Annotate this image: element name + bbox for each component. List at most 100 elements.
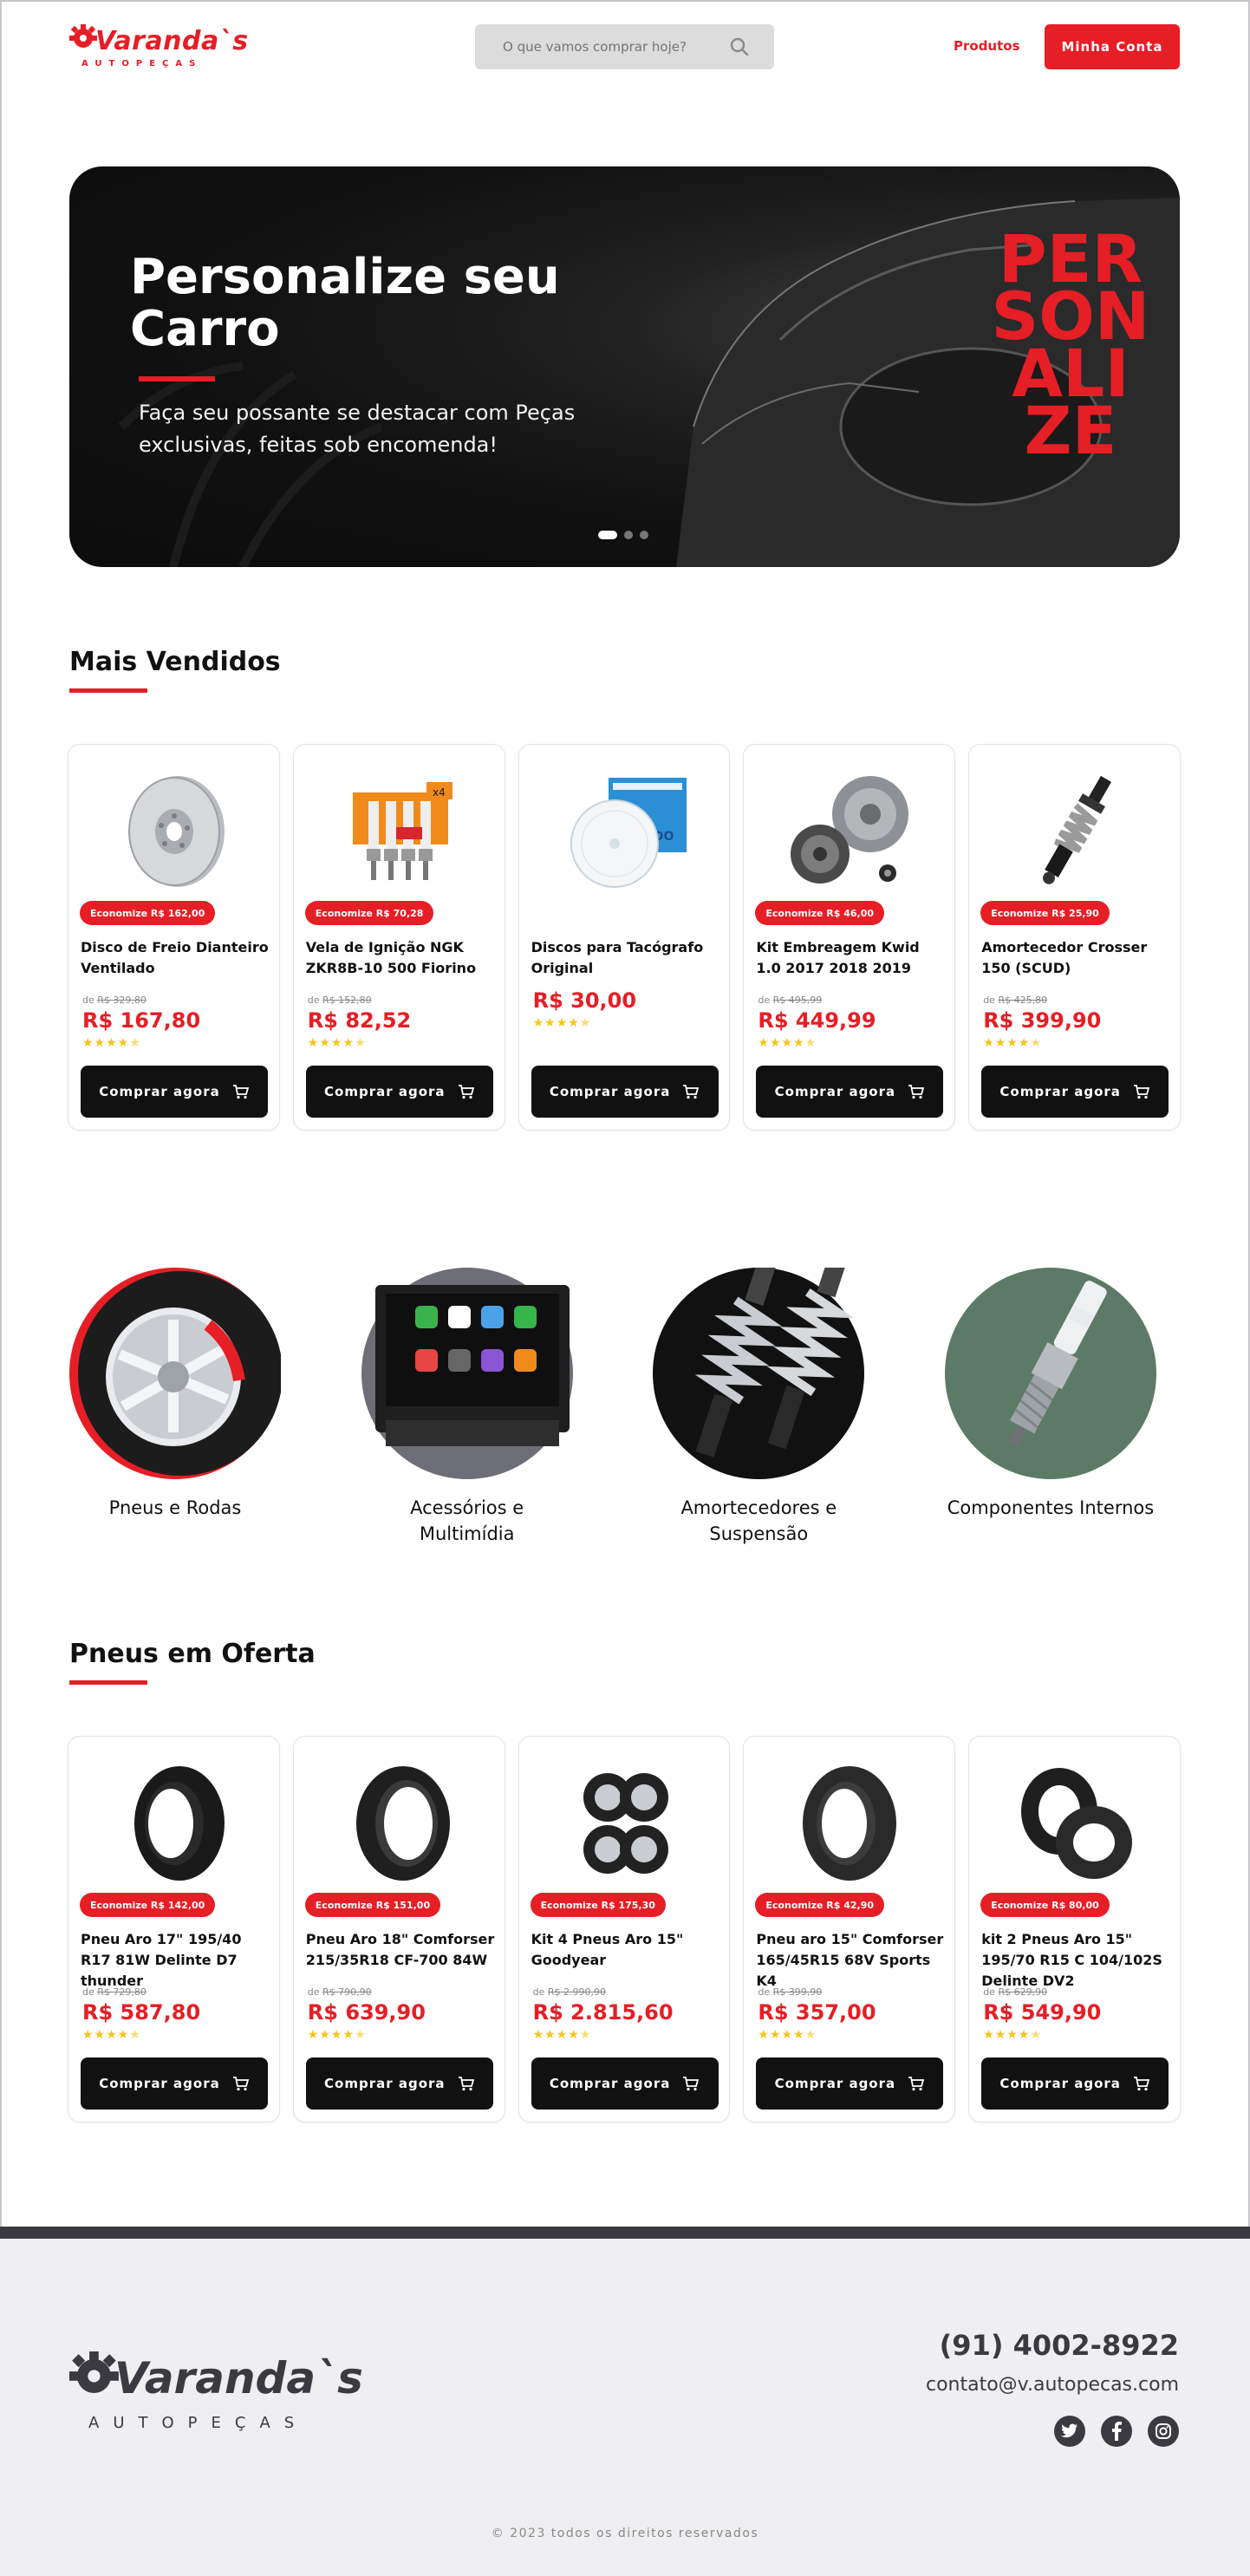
- category-image[interactable]: [361, 1268, 573, 1479]
- product-image[interactable]: [744, 1754, 957, 1893]
- product-card[interactable]: VDO Discos para Tacógrafo Original R$ 30…: [518, 744, 731, 1131]
- multimedia-icon: [374, 1285, 570, 1446]
- category-pneus-e-rodas[interactable]: Pneus e Rodas: [69, 1245, 295, 1557]
- buy-button[interactable]: Comprar agora: [305, 1066, 493, 1118]
- product-image[interactable]: VDO: [519, 762, 732, 901]
- category-image[interactable]: [944, 1268, 1156, 1479]
- product-image[interactable]: [294, 1754, 507, 1893]
- tires-offer-title: Pneus em Oferta: [69, 1639, 316, 1669]
- product-price: R$ 549,90: [983, 2000, 1102, 2025]
- product-image[interactable]: [744, 762, 957, 901]
- product-name[interactable]: Kit 4 Pneus Aro 15" Goodyear: [531, 1929, 724, 1971]
- footer-logo-subtitle: AUTOPEÇAS: [88, 2414, 309, 2432]
- facebook-icon[interactable]: [1101, 2416, 1132, 2447]
- old-price-value: R$ 790,90: [322, 1986, 372, 1998]
- tire-pair-icon: [1021, 1768, 1133, 1879]
- old-price: de R$ 2.990,90: [532, 1986, 606, 1998]
- product-card[interactable]: Economize R$ 175,30 Kit 4 Pneus Aro 15" …: [518, 1736, 731, 2123]
- footer-logo[interactable]: Varanda`s AUTOPEÇAS: [69, 2351, 381, 2438]
- old-price: de R$ 729,80: [82, 1986, 146, 1998]
- product-card[interactable]: Economize R$ 80,00 kit 2 Pneus Aro 15" 1…: [968, 1736, 1181, 2123]
- logo-subtitle: AUTOPEÇAS: [81, 59, 203, 68]
- product-image[interactable]: [68, 762, 282, 901]
- twitter-icon[interactable]: [1054, 2416, 1085, 2447]
- search-input[interactable]: [475, 24, 718, 69]
- product-price: R$ 30,00: [532, 988, 637, 1013]
- category-image[interactable]: [653, 1253, 865, 1479]
- instagram-icon[interactable]: [1148, 2416, 1179, 2447]
- product-image[interactable]: [68, 1754, 282, 1893]
- old-price: de R$ 399,90: [758, 1986, 823, 1998]
- category-label[interactable]: Pneus e Rodas: [69, 1495, 281, 1521]
- carousel-dot-3[interactable]: [640, 531, 648, 539]
- buy-button[interactable]: Comprar agora: [981, 2058, 1169, 2110]
- product-name[interactable]: Amortecedor Crosser 150 (SCUD): [981, 937, 1174, 979]
- product-card[interactable]: Economize R$ 46,00 Kit Embreagem Kwid 1.…: [743, 744, 957, 1131]
- carousel-dot-1[interactable]: [598, 531, 617, 539]
- product-price: R$ 639,90: [307, 2000, 426, 2025]
- buy-button[interactable]: Comprar agora: [981, 1066, 1169, 1118]
- spark-plug-icon: [1008, 1281, 1107, 1447]
- product-image[interactable]: [969, 762, 1182, 901]
- product-card[interactable]: x4 Economize R$ 70,28 Vela de Ignição NG…: [292, 744, 507, 1131]
- rating-stars: ★★★★★: [758, 1036, 817, 1050]
- suspension-icon: [695, 1253, 855, 1458]
- product-image[interactable]: [519, 1754, 732, 1893]
- nav-produtos-link[interactable]: Produtos: [954, 38, 1020, 54]
- product-name[interactable]: Vela de Ignição NGK ZKR8B-10 500 Fiorino: [306, 937, 498, 979]
- header: Varanda`s AUTOPEÇAS Produtos Minha Conta: [0, 0, 1250, 94]
- buy-button[interactable]: Comprar agora: [531, 2058, 719, 2110]
- footer-email[interactable]: contato@v.autopecas.com: [926, 2374, 1179, 2396]
- category-acessorios[interactable]: Acessórios e Multimídia: [361, 1245, 587, 1557]
- footer-phone[interactable]: (91) 4002-8922: [940, 2329, 1179, 2362]
- tire-icon: [803, 1766, 897, 1881]
- buy-button[interactable]: Comprar agora: [756, 2058, 944, 2110]
- product-card[interactable]: Economize R$ 162,00 Disco de Freio Diant…: [68, 744, 280, 1131]
- category-label[interactable]: Amortecedores e Suspensão: [653, 1495, 864, 1547]
- tire-icon: [355, 1766, 450, 1881]
- product-name[interactable]: Disco de Freio Dianteiro Ventilado: [81, 937, 273, 979]
- rating-stars: ★★★★★: [307, 2028, 367, 2042]
- buy-button[interactable]: Comprar agora: [81, 2058, 268, 2110]
- search-icon[interactable]: [729, 36, 750, 57]
- product-name[interactable]: Pneu Aro 18" Comforser 215/35R18 CF-700 …: [306, 1929, 498, 1971]
- carousel-dot-2[interactable]: [624, 531, 633, 539]
- old-price-value: R$ 399,90: [772, 1986, 823, 1998]
- category-label[interactable]: Acessórios e Multimídia: [361, 1495, 573, 1547]
- product-name[interactable]: Pneu Aro 17" 195/40 R17 81W Delinte D7 t…: [81, 1929, 273, 1992]
- old-price-value: R$ 425,80: [998, 995, 1048, 1006]
- hero-banner[interactable]: Personalize seu Carro Faça seu possante …: [69, 166, 1180, 567]
- old-price: de R$ 790,90: [307, 1986, 372, 1998]
- rating-stars: ★★★★★: [82, 1036, 141, 1050]
- buy-button[interactable]: Comprar agora: [531, 1066, 719, 1118]
- product-name[interactable]: kit 2 Pneus Aro 15" 195/70 R15 C 104/102…: [981, 1929, 1174, 1992]
- logo[interactable]: Varanda`s AUTOPEÇAS: [69, 24, 248, 71]
- product-card[interactable]: Economize R$ 151,00 Pneu Aro 18" Comfors…: [292, 1736, 507, 2123]
- product-price: R$ 399,90: [983, 1008, 1102, 1033]
- buy-button[interactable]: Comprar agora: [756, 1066, 944, 1118]
- product-name[interactable]: Discos para Tacógrafo Original: [531, 937, 724, 979]
- category-label[interactable]: Componentes Internos: [945, 1495, 1156, 1521]
- category-image[interactable]: [69, 1268, 283, 1479]
- minha-conta-button[interactable]: Minha Conta: [1045, 24, 1180, 69]
- cart-icon: [1133, 2077, 1150, 2091]
- cart-icon: [683, 1085, 700, 1099]
- cart-icon: [232, 1085, 249, 1099]
- best-sellers-title: Mais Vendidos: [69, 647, 281, 677]
- product-name[interactable]: Pneu aro 15" Comforser 165/45R15 68V Spo…: [756, 1929, 948, 1992]
- product-card[interactable]: Economize R$ 42,90 Pneu aro 15" Comforse…: [743, 1736, 957, 2123]
- product-card[interactable]: Economize R$ 25,90 Amortecedor Crosser 1…: [968, 744, 1181, 1131]
- buy-button[interactable]: Comprar agora: [305, 2058, 493, 2110]
- category-amortecedores[interactable]: Amortecedores e Suspensão: [653, 1245, 878, 1557]
- old-price-value: R$ 495,99: [772, 995, 823, 1006]
- product-price: R$ 2.815,60: [532, 2000, 674, 2025]
- product-image[interactable]: [969, 1754, 1182, 1893]
- rating-stars: ★★★★★: [532, 2028, 592, 2042]
- discount-badge: Economize R$ 142,00: [80, 1893, 216, 1917]
- product-card[interactable]: Economize R$ 142,00 Pneu Aro 17" 195/40 …: [68, 1736, 280, 2123]
- product-name[interactable]: Kit Embreagem Kwid 1.0 2017 2018 2019: [756, 937, 948, 979]
- discount-badge: Economize R$ 25,90: [980, 901, 1110, 925]
- category-componentes[interactable]: Componentes Internos: [944, 1245, 1170, 1557]
- product-image[interactable]: x4: [294, 762, 507, 901]
- buy-button[interactable]: Comprar agora: [81, 1066, 268, 1118]
